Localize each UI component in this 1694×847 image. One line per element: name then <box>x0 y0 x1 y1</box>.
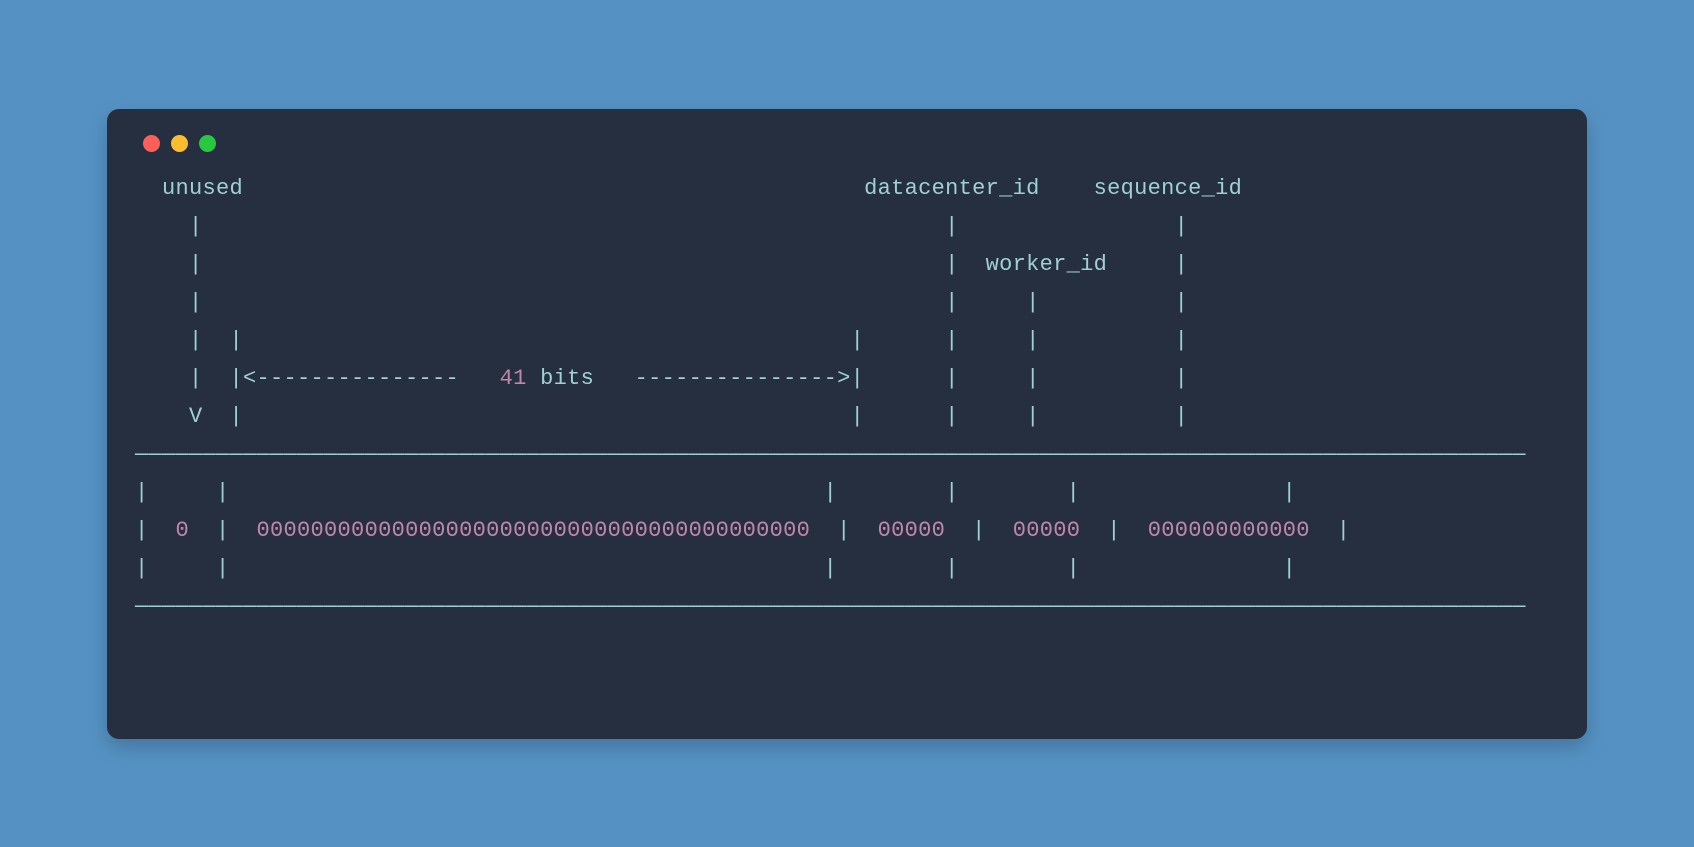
sep-5: | <box>1310 518 1351 543</box>
diagram-line-9-pre: | <box>135 518 176 543</box>
diagram-line-2: | | worker_id | <box>135 252 1188 277</box>
diagram-line-1: | | | <box>135 214 1188 239</box>
diagram-line-5-pre: | |<--------------- <box>135 366 500 391</box>
diagram-line-4: | | | | | | <box>135 328 1188 353</box>
minimize-icon[interactable] <box>171 135 188 152</box>
terminal-window: unused datacenter_id sequence_id | | | | <box>107 109 1587 739</box>
bit-layout-diagram: unused datacenter_id sequence_id | | | | <box>135 170 1559 626</box>
diagram-line-8: | | | | | | <box>135 480 1296 505</box>
close-icon[interactable] <box>143 135 160 152</box>
diagram-line-7-hr: ————————————————————————————————————————… <box>135 442 1526 467</box>
timestamp-bits-value: 0000000000000000000000000000000000000000… <box>257 518 811 543</box>
sequence-id-value: 000000000000 <box>1148 518 1310 543</box>
sep-1: | <box>189 518 257 543</box>
diagram-line-11-hr: ————————————————————————————————————————… <box>135 594 1526 619</box>
diagram-line-0: unused datacenter_id sequence_id <box>135 176 1242 201</box>
maximize-icon[interactable] <box>199 135 216 152</box>
sep-3: | <box>945 518 1013 543</box>
window-controls <box>135 129 1559 170</box>
diagram-line-3: | | | | <box>135 290 1188 315</box>
bit-count-41: 41 <box>500 366 527 391</box>
sep-4: | <box>1080 518 1148 543</box>
worker-id-value: 00000 <box>1013 518 1081 543</box>
sep-2: | <box>810 518 878 543</box>
unused-bit-value: 0 <box>176 518 190 543</box>
diagram-line-6: V | | | | | <box>135 404 1188 429</box>
diagram-line-10: | | | | | | <box>135 556 1296 581</box>
datacenter-id-value: 00000 <box>878 518 946 543</box>
diagram-line-5-mid: bits --------------->| | | | <box>527 366 1189 391</box>
